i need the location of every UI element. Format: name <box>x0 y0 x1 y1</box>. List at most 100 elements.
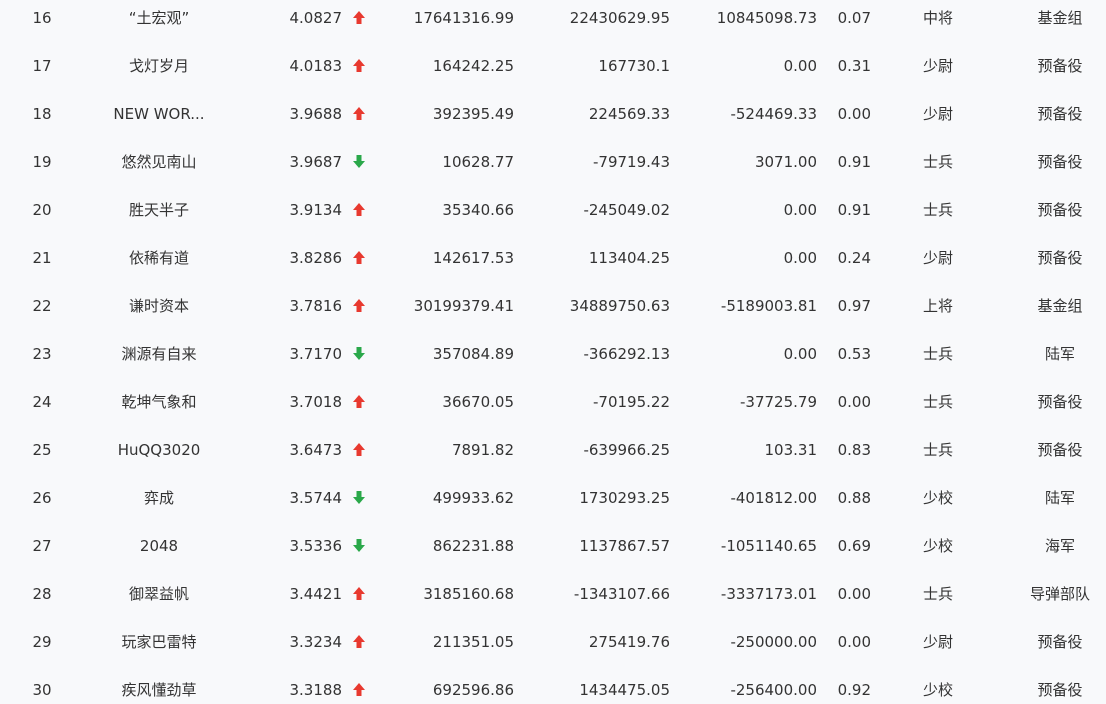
arrow-up-icon <box>351 378 367 426</box>
score-cell: 4.0183 <box>289 57 343 75</box>
value2-cell: -79719.43 <box>593 153 670 171</box>
ratio-cell: 0.53 <box>837 345 871 363</box>
table-row[interactable]: 29 玩家巴雷特 3.3234 211351.05 275419.76 -250000.0… <box>0 618 1106 666</box>
score-cell: 3.7816 <box>289 297 343 315</box>
score-cell: 3.8286 <box>289 249 343 267</box>
table-row[interactable]: 20 胜天半子 3.9134 35340.66 -245049.02 0.00 0.91 士兵… <box>0 186 1106 234</box>
arrow-up-icon <box>351 282 367 330</box>
name-cell[interactable]: 胜天半子 <box>84 186 234 234</box>
value2-cell: 275419.76 <box>588 633 670 651</box>
value1-cell: 142617.53 <box>432 249 514 267</box>
value2-cell: 167730.1 <box>598 57 670 75</box>
value1-cell: 211351.05 <box>432 633 514 651</box>
table-row[interactable]: 16 “土宏观” 4.0827 17641316.99 22430629.95 10845… <box>0 0 1106 42</box>
group-cell: 预备役 <box>1037 201 1083 219</box>
military-rank-cell: 少尉 <box>922 249 953 267</box>
value2-cell: -245049.02 <box>583 201 670 219</box>
ratio-cell: 0.00 <box>837 105 871 123</box>
value3-cell: 0.00 <box>783 57 817 75</box>
value3-cell: 0.00 <box>783 345 817 363</box>
name-cell[interactable]: 弈成 <box>84 474 234 522</box>
rank-cell: 25 <box>32 441 52 459</box>
name-cell[interactable]: “土宏观” <box>84 0 234 42</box>
group-cell: 预备役 <box>1037 393 1083 411</box>
score-cell: 3.7018 <box>289 393 343 411</box>
name-cell[interactable]: 乾坤气象和 <box>84 378 234 426</box>
rank-cell: 22 <box>32 297 52 315</box>
name-cell[interactable]: HuQQ3020 <box>84 426 234 474</box>
score-cell: 3.6473 <box>289 441 343 459</box>
arrow-up-icon <box>351 42 367 90</box>
military-rank-cell: 上将 <box>922 297 953 315</box>
value3-cell: -5189003.81 <box>720 297 817 315</box>
table-row[interactable]: 28 御翠益帆 3.4421 3185160.68 -1343107.66 -333717… <box>0 570 1106 618</box>
military-rank-cell: 少尉 <box>922 105 953 123</box>
table-row[interactable]: 19 悠然见南山 3.9687 10628.77 -79719.43 3071.00 0.9… <box>0 138 1106 186</box>
group-cell: 预备役 <box>1037 153 1083 171</box>
table-row[interactable]: 17 戈灯岁月 4.0183 164242.25 167730.1 0.00 0.31 少尉 预… <box>0 42 1106 90</box>
ratio-cell: 0.00 <box>837 633 871 651</box>
rank-cell: 17 <box>32 57 52 75</box>
military-rank-cell: 士兵 <box>922 441 953 459</box>
ratio-cell: 0.00 <box>837 393 871 411</box>
value1-cell: 35340.66 <box>442 201 514 219</box>
rank-cell: 26 <box>32 489 52 507</box>
arrow-up-icon <box>351 186 367 234</box>
table-row[interactable]: 23 渊源有自来 3.7170 357084.89 -366292.13 0.00 0.53… <box>0 330 1106 378</box>
table-row[interactable]: 18 NEW WOR... 3.9688 392395.49 224569.33 -524… <box>0 90 1106 138</box>
ratio-cell: 0.24 <box>837 249 871 267</box>
group-cell: 预备役 <box>1037 633 1083 651</box>
score-cell: 3.3188 <box>289 681 343 699</box>
table-row[interactable]: 21 依稀有道 3.8286 142617.53 113404.25 0.00 0.24 少尉… <box>0 234 1106 282</box>
rank-cell: 24 <box>32 393 52 411</box>
military-rank-cell: 少尉 <box>922 57 953 75</box>
table-row[interactable]: 22 谦时资本 3.7816 30199379.41 34889750.63 -51890… <box>0 282 1106 330</box>
name-cell[interactable]: NEW WOR... <box>84 90 234 138</box>
value3-cell: -1051140.65 <box>720 537 817 555</box>
score-cell: 3.4421 <box>289 585 343 603</box>
group-cell: 预备役 <box>1037 441 1083 459</box>
group-cell: 基金组 <box>1037 297 1083 315</box>
group-cell: 海军 <box>1044 537 1075 555</box>
name-cell[interactable]: 御翠益帆 <box>84 570 234 618</box>
rank-cell: 18 <box>32 105 52 123</box>
value2-cell: 22430629.95 <box>569 9 670 27</box>
arrow-up-icon <box>351 618 367 666</box>
table-row[interactable]: 27 2048 3.5336 862231.88 1137867.57 -1051140.… <box>0 522 1106 570</box>
table-row[interactable]: 30 疾风懂劲草 3.3188 692596.86 1434475.05 -256400.… <box>0 666 1106 704</box>
name-cell[interactable]: 疾风懂劲草 <box>84 666 234 704</box>
score-cell: 3.7170 <box>289 345 343 363</box>
military-rank-cell: 少尉 <box>922 633 953 651</box>
value1-cell: 862231.88 <box>432 537 514 555</box>
value2-cell: -366292.13 <box>583 345 670 363</box>
name-cell[interactable]: 依稀有道 <box>84 234 234 282</box>
name-cell[interactable]: 渊源有自来 <box>84 330 234 378</box>
name-cell[interactable]: 2048 <box>84 522 234 570</box>
value3-cell: -3337173.01 <box>720 585 817 603</box>
value3-cell: 0.00 <box>783 201 817 219</box>
value1-cell: 30199379.41 <box>413 297 514 315</box>
ratio-cell: 0.88 <box>837 489 871 507</box>
rank-cell: 27 <box>32 537 52 555</box>
military-rank-cell: 士兵 <box>922 201 953 219</box>
table-row[interactable]: 25 HuQQ3020 3.6473 7891.82 -639966.25 103.31 0… <box>0 426 1106 474</box>
arrow-up-icon <box>351 666 367 704</box>
table-row[interactable]: 26 弈成 3.5744 499933.62 1730293.25 -401812.00 0… <box>0 474 1106 522</box>
name-cell[interactable]: 玩家巴雷特 <box>84 618 234 666</box>
score-cell: 3.9688 <box>289 105 343 123</box>
name-cell[interactable]: 悠然见南山 <box>84 138 234 186</box>
score-cell: 3.9687 <box>289 153 343 171</box>
group-cell: 导弹部队 <box>1029 585 1090 603</box>
group-cell: 陆军 <box>1044 489 1075 507</box>
name-cell[interactable]: 谦时资本 <box>84 282 234 330</box>
score-cell: 3.5336 <box>289 537 343 555</box>
score-cell: 4.0827 <box>289 9 343 27</box>
military-rank-cell: 少校 <box>922 489 953 507</box>
value2-cell: 1434475.05 <box>579 681 670 699</box>
military-rank-cell: 士兵 <box>922 153 953 171</box>
military-rank-cell: 士兵 <box>922 585 953 603</box>
value1-cell: 7891.82 <box>451 441 514 459</box>
name-cell[interactable]: 戈灯岁月 <box>84 42 234 90</box>
rank-cell: 21 <box>32 249 52 267</box>
table-row[interactable]: 24 乾坤气象和 3.7018 36670.05 -70195.22 -37725.79 0… <box>0 378 1106 426</box>
